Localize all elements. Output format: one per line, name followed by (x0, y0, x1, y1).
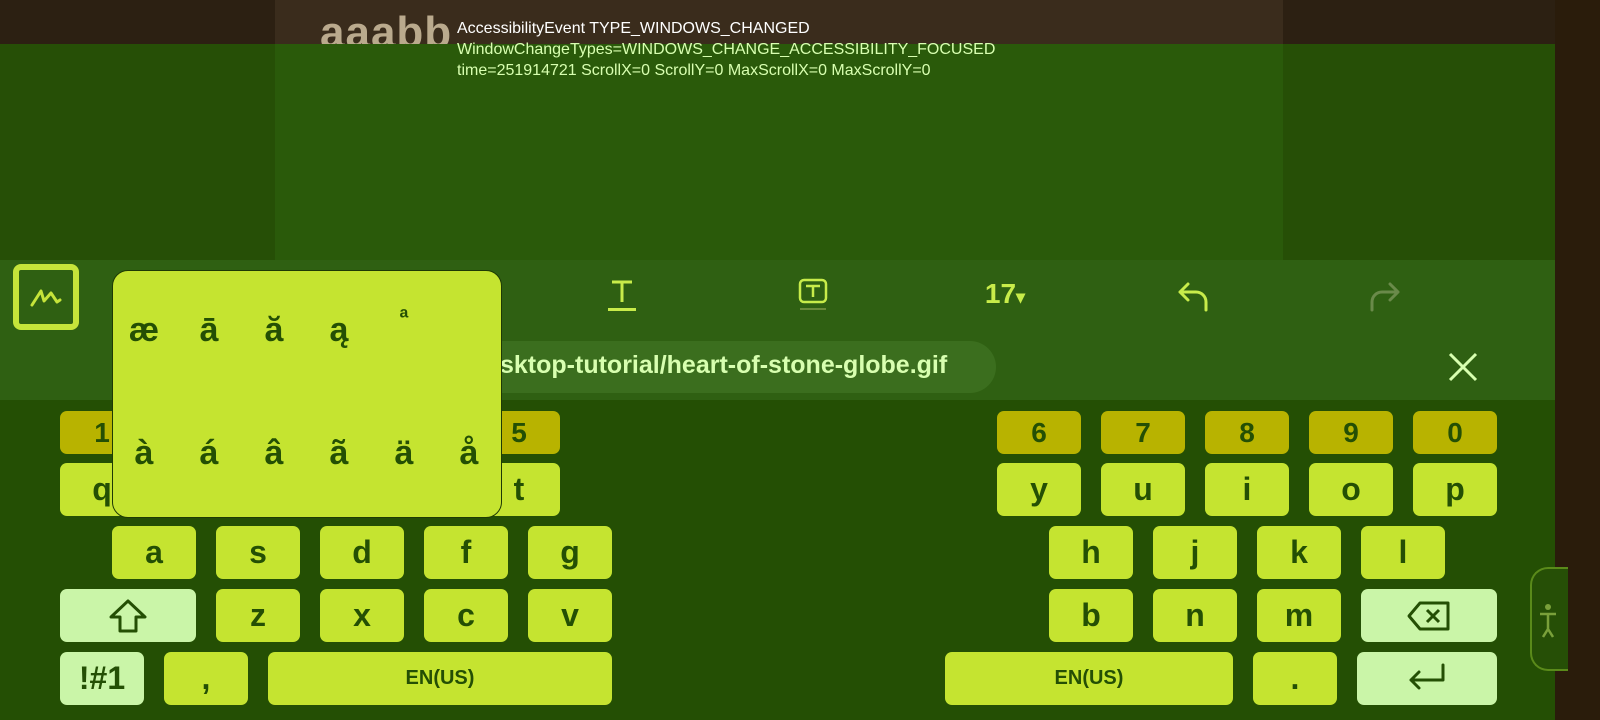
redo-icon (1370, 282, 1400, 312)
key-0[interactable]: 0 (1413, 411, 1497, 454)
accent-a-grave[interactable]: à (120, 434, 168, 473)
key-d[interactable]: d (320, 526, 404, 579)
accessibility-button[interactable] (1530, 567, 1568, 671)
period-key[interactable]: . (1253, 652, 1337, 705)
key-b[interactable]: b (1049, 589, 1133, 642)
accent-popup: æ ā ă ą ª à á â ã ä å (112, 270, 502, 518)
accent-a-ring[interactable]: å (445, 434, 493, 473)
redo-button[interactable] (1366, 280, 1402, 314)
shift-icon (109, 599, 147, 632)
key-h[interactable]: h (1049, 526, 1133, 579)
text-style-button[interactable] (604, 276, 640, 316)
key-7[interactable]: 7 (1101, 411, 1185, 454)
key-f[interactable]: f (424, 526, 508, 579)
right-space-key[interactable]: EN(US) (945, 652, 1233, 705)
accessibility-icon (1540, 604, 1556, 638)
key-l[interactable]: l (1361, 526, 1445, 579)
key-o[interactable]: o (1309, 463, 1393, 516)
backspace-key[interactable] (1361, 589, 1497, 642)
enter-icon (1409, 663, 1445, 689)
accessibility-event-log: AccessibilityEvent TYPE_WINDOWS_CHANGED … (457, 18, 995, 81)
url-suggestion-text: sktop-tutorial/heart-of-stone-globe.gif (500, 351, 948, 379)
key-z[interactable]: z (216, 589, 300, 642)
key-9[interactable]: 9 (1309, 411, 1393, 454)
key-x[interactable]: x (320, 589, 404, 642)
text-box-button[interactable] (795, 276, 831, 316)
key-j[interactable]: j (1153, 526, 1237, 579)
key-c[interactable]: c (424, 589, 508, 642)
textbox-icon (798, 278, 828, 310)
symbols-key[interactable]: !#1 (60, 652, 144, 705)
key-s[interactable]: s (216, 526, 300, 579)
accent-ae[interactable]: æ (120, 311, 168, 350)
key-6[interactable]: 6 (997, 411, 1081, 454)
handwriting-mode-button[interactable] (13, 264, 79, 330)
left-space-key[interactable]: EN(US) (268, 652, 612, 705)
pen-icon (19, 270, 73, 324)
font-size-dropdown[interactable]: 17▾ (975, 278, 1035, 314)
accent-a-macron[interactable]: ā (185, 311, 233, 350)
accent-a-diaeresis[interactable]: ä (380, 434, 428, 473)
accent-a-tilde[interactable]: ã (315, 434, 363, 473)
undo-button[interactable] (1176, 280, 1212, 314)
chevron-down-icon: ▾ (1016, 287, 1026, 307)
key-k[interactable]: k (1257, 526, 1341, 579)
close-icon (1448, 352, 1478, 382)
key-u[interactable]: u (1101, 463, 1185, 516)
key-m[interactable]: m (1257, 589, 1341, 642)
accent-a-breve[interactable]: ă (250, 311, 298, 350)
accent-a-circumflex[interactable]: â (250, 434, 298, 473)
font-size-value: 17 (984, 278, 1017, 309)
enter-key[interactable] (1357, 652, 1497, 705)
comma-key[interactable]: , (164, 652, 248, 705)
underline-t-icon (608, 280, 636, 311)
key-y[interactable]: y (997, 463, 1081, 516)
accent-a-ogonek[interactable]: ą (315, 311, 363, 350)
undo-icon (1178, 282, 1208, 312)
key-8[interactable]: 8 (1205, 411, 1289, 454)
event-change-types-line: WindowChangeTypes=WINDOWS_CHANGE_ACCESSI… (457, 41, 996, 58)
key-v[interactable]: v (528, 589, 612, 642)
key-n[interactable]: n (1153, 589, 1237, 642)
accent-a-acute[interactable]: á (185, 434, 233, 473)
event-time-line: time=251914721 ScrollX=0 ScrollY=0 MaxSc… (457, 62, 931, 79)
close-button[interactable] (1446, 350, 1480, 384)
shift-key[interactable] (60, 589, 196, 642)
accent-ordinal-a[interactable]: ª (380, 305, 428, 333)
key-g[interactable]: g (528, 526, 612, 579)
key-a[interactable]: a (112, 526, 196, 579)
key-p[interactable]: p (1413, 463, 1497, 516)
key-i[interactable]: i (1205, 463, 1289, 516)
event-type-line: AccessibilityEvent TYPE_WINDOWS_CHANGED (457, 20, 810, 37)
backspace-icon (1407, 601, 1450, 630)
